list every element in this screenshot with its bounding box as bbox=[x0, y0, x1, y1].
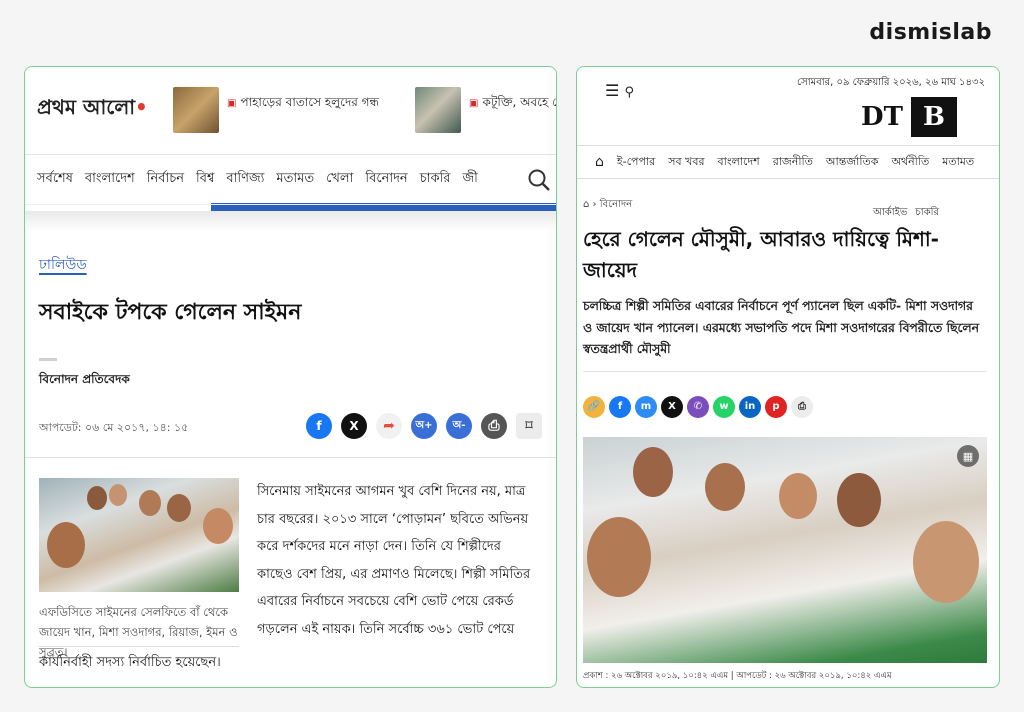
gallery-icon[interactable]: ▦ bbox=[957, 445, 979, 467]
nav-item[interactable]: বিশ্ব bbox=[196, 169, 214, 190]
nav-item[interactable]: বাংলাদেশ bbox=[85, 169, 135, 190]
article-lead: চলচ্চিত্র শিল্পী সমিতির এবারের নির্বাচনে… bbox=[583, 299, 979, 357]
breadcrumb-item[interactable]: বিনোদন bbox=[600, 199, 633, 210]
share-icon[interactable]: ➦ bbox=[376, 413, 402, 439]
main-navigation: সর্বশেষ বাংলাদেশ নির্বাচন বিশ্ব বাণিজ্য … bbox=[25, 155, 556, 205]
article-title: হেরে গেলেন মৌসুমী, আবারও দায়িত্বে মিশা-… bbox=[583, 227, 939, 282]
camera-icon: ▣ bbox=[469, 98, 479, 109]
logo-dt: DT bbox=[853, 97, 911, 137]
article: ঢালিউড সবাইকে টপকে গেলেন সাইমন বিনোদন প্… bbox=[25, 253, 556, 662]
divider bbox=[39, 646, 239, 647]
header-date: সোমবার, ০৯ ফেব্রুয়ারি ২০২৬, ২৬ মাঘ ১৪৩২ bbox=[797, 77, 985, 88]
article-body: সিনেমায় সাইমনের আগমন খুব বেশি দিনের নয়… bbox=[257, 484, 531, 637]
article-title: সবাইকে টপকে গেলেন সাইমন bbox=[39, 300, 302, 325]
divider bbox=[39, 358, 57, 361]
top-headline-link[interactable]: ▣ পাহাড়ের বাতাসে হলুদের গন্ধ bbox=[227, 93, 379, 111]
nav-item[interactable]: বাণিজ্য bbox=[226, 169, 264, 190]
linkedin-icon[interactable]: in bbox=[739, 395, 761, 418]
messenger-icon[interactable]: m bbox=[635, 395, 657, 418]
home-icon[interactable]: ⌂ bbox=[595, 154, 604, 170]
site-header: প্রথম আলো• ▣ পাহাড়ের বাতাসে হলুদের গন্ধ … bbox=[25, 67, 556, 155]
font-decrease-icon[interactable]: অ- bbox=[446, 413, 472, 439]
archive-link[interactable]: আর্কাইভ bbox=[873, 205, 907, 222]
main-navigation: ⌂ ই-পেপার সব খবর বাংলাদেশ রাজনীতি আন্তর্… bbox=[577, 145, 999, 179]
font-increase-icon[interactable]: অ+ bbox=[411, 413, 437, 439]
nav-item[interactable]: খেলা bbox=[326, 169, 353, 190]
update-date: আপডেট: ০৬ মে ২০১৭, ১৪: ১৫ bbox=[39, 420, 189, 434]
prothom-alo-screenshot: প্রথম আলো• ▣ পাহাড়ের বাতাসে হলুদের গন্ধ … bbox=[24, 66, 557, 688]
headline-thumbnail[interactable] bbox=[415, 87, 461, 133]
nav-item[interactable]: ই-পেপার bbox=[617, 153, 655, 172]
article-photo[interactable] bbox=[39, 478, 239, 592]
photo-block: এফডিসিতে সাইমনের সেলফিতে বাঁ থেকে জায়েদ… bbox=[39, 478, 239, 662]
facebook-icon[interactable]: f bbox=[609, 395, 631, 418]
article-meta: আপডেট: ০৬ মে ২০১৭, ১৪: ১৫ f X ➦ অ+ অ- ⎙ … bbox=[39, 413, 542, 443]
divider bbox=[25, 457, 556, 458]
nav-item[interactable]: চাকরি bbox=[420, 169, 451, 190]
nav-item[interactable]: সর্বশেষ bbox=[37, 169, 73, 190]
search-icon[interactable] bbox=[526, 167, 552, 193]
divider bbox=[583, 370, 987, 372]
viber-icon[interactable]: ✆ bbox=[687, 395, 709, 418]
prothom-alo-logo[interactable]: প্রথম আলো• bbox=[37, 93, 148, 126]
site-header: ☰ ⚲ সোমবার, ০৯ ফেব্রুয়ারি ২০২৬, ২৬ মাঘ … bbox=[577, 67, 999, 145]
logo-b: B bbox=[911, 97, 957, 137]
home-icon[interactable]: ⌂ bbox=[583, 199, 589, 210]
nav-item[interactable]: মতামত bbox=[276, 169, 314, 190]
top-headline-link[interactable]: ▣কটূক্তি, অবহে পেরিয়ে যেভাবে সম bbox=[469, 93, 556, 111]
print-icon[interactable]: ⎙ bbox=[791, 395, 813, 418]
x-icon[interactable]: X bbox=[341, 413, 367, 439]
dtb-screenshot: ☰ ⚲ সোমবার, ০৯ ফেব্রুয়ারি ২০২৬, ২৬ মাঘ … bbox=[576, 66, 1000, 688]
print-icon[interactable]: ⎙ bbox=[481, 413, 507, 439]
nav-item[interactable]: বিনোদন bbox=[365, 169, 407, 190]
menu-icon[interactable]: ☰ ⚲ bbox=[605, 81, 634, 100]
search-icon[interactable]: ⚲ bbox=[624, 85, 634, 100]
nav-item[interactable]: রাজনীতি bbox=[773, 153, 813, 172]
camera-icon: ▣ bbox=[227, 98, 237, 109]
publish-info: প্রকাশ : ২৬ অক্টোবর ২০১৯, ১০:৪২ এএম | আপ… bbox=[583, 671, 892, 681]
share-bar: f X ➦ অ+ অ- ⎙ ⌑ bbox=[306, 413, 542, 439]
facebook-icon[interactable]: f bbox=[306, 413, 332, 439]
author-name: বিনোদন প্রতিবেদক bbox=[39, 372, 130, 386]
article-photo[interactable]: ▦ bbox=[583, 437, 987, 663]
sub-links: আর্কাইভ চাকরি bbox=[873, 205, 939, 222]
divider bbox=[25, 211, 556, 231]
dtb-logo[interactable]: DT B bbox=[853, 97, 957, 137]
bookmark-icon[interactable]: ⌑ bbox=[516, 413, 542, 439]
copy-link-icon[interactable]: 🔗 bbox=[583, 395, 605, 418]
nav-item[interactable]: নির্বাচন bbox=[147, 169, 184, 190]
nav-item[interactable]: মতামত bbox=[942, 153, 974, 172]
share-bar: 🔗 f m X ✆ w in p ⎙ bbox=[583, 395, 999, 418]
x-icon[interactable]: X bbox=[661, 395, 683, 418]
headline-thumbnail[interactable] bbox=[173, 87, 219, 133]
nav-item[interactable]: অর্থনীতি bbox=[891, 153, 929, 172]
nav-item[interactable]: আন্তর্জাতিক bbox=[826, 153, 879, 172]
nav-item[interactable]: জী bbox=[462, 169, 477, 190]
nav-item[interactable]: সব খবর bbox=[668, 153, 704, 172]
article-body-continued: কার্যনির্বাহী সদস্য নির্বাচিত হয়েছেন। bbox=[39, 655, 221, 670]
dismislab-logo: dismislab bbox=[869, 20, 992, 45]
category-link[interactable]: ঢালিউড bbox=[39, 253, 542, 277]
article-content: এফডিসিতে সাইমনের সেলফিতে বাঁ থেকে জায়েদ… bbox=[39, 478, 542, 662]
pinterest-icon[interactable]: p bbox=[765, 395, 787, 418]
jobs-link[interactable]: চাকরি bbox=[915, 205, 939, 222]
nav-item[interactable]: বাংলাদেশ bbox=[718, 153, 760, 172]
whatsapp-icon[interactable]: w bbox=[713, 395, 735, 418]
